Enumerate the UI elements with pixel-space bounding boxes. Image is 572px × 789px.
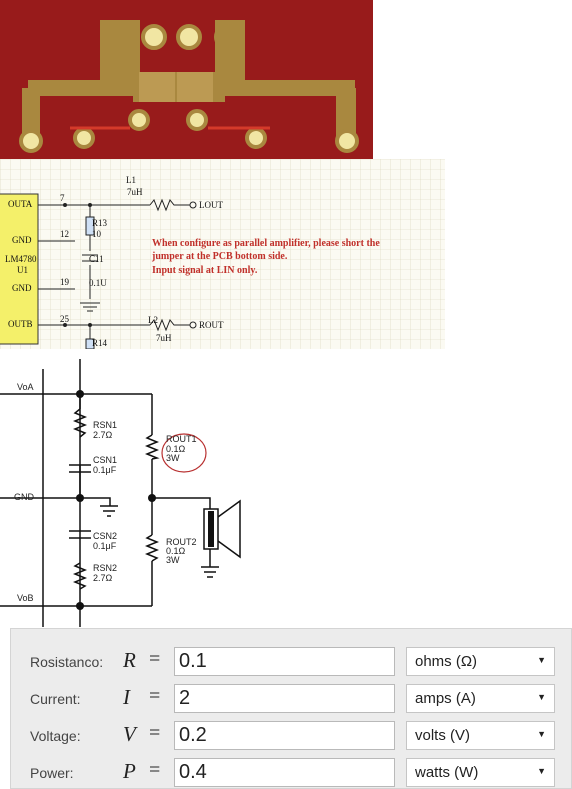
voltage-unit-select[interactable]: volts (V) ▼ [406,721,555,750]
ic-pin-outa: OUTA [8,199,33,209]
current-input[interactable] [174,684,395,713]
equals-sign: = [149,685,161,707]
pin-number-12: 12 [60,229,69,239]
rout1-power: 3W [166,453,180,463]
power-label: Power: [30,765,74,781]
c11-value: 0.1U [89,278,107,288]
node-gnd: GND [14,492,35,502]
current-row: Current: I = amps (A) ▼ [11,684,572,714]
l1-value: 7uH [127,187,143,197]
ic-ref: U1 [17,265,28,275]
voltage-label: Voltage: [30,728,81,744]
c11-ref: C11 [89,254,104,264]
rsn1-value: 2.7Ω [93,430,113,440]
voltage-unit-value: volts (V) [415,727,471,744]
csn2-value: 0.1μF [93,541,117,551]
current-label: Current: [30,691,81,707]
dropdown-arrow-icon: ▼ [537,655,546,665]
ic-pin-gnd-2: GND [12,283,32,293]
resistance-unit-value: ohms (Ω) [415,653,478,670]
rsn2-name: RSN2 [93,563,117,573]
pin-number-7: 7 [60,193,65,203]
r13-ref: R13 [92,218,108,228]
voltage-row: Voltage: V = volts (V) ▼ [11,721,572,751]
dropdown-arrow-icon: ▼ [537,692,546,702]
lout-label: LOUT [199,200,223,210]
resistance-label: Rosistanco: [30,654,104,670]
note-line-1: When configure as parallel amplifier, pl… [152,238,380,249]
equals-sign: = [149,722,161,744]
current-unit-select[interactable]: amps (A) ▼ [406,684,555,713]
current-symbol: I [123,685,130,709]
resistance-input[interactable] [174,647,395,676]
amplifier-schematic: OUTA GND LM4780 U1 GND OUTB 7 12 19 25 L… [0,159,445,349]
power-unit-select[interactable]: watts (W) ▼ [406,758,555,787]
resistance-unit-select[interactable]: ohms (Ω) ▼ [406,647,555,676]
snubber-schematic: VoA GND VoB RSN1 2.7Ω CSN1 0.1μF CSN2 0.… [0,359,241,627]
resistance-row: Rosistanco: R = ohms (Ω) ▼ [11,647,572,677]
rout1-name: ROUT1 [166,434,197,444]
dropdown-arrow-icon: ▼ [537,729,546,739]
ohms-law-calculator: Rosistanco: R = ohms (Ω) ▼ Current: I = … [10,628,572,789]
current-unit-value: amps (A) [415,690,476,707]
pin-number-25: 25 [60,314,70,324]
ic-name: LM4780 [5,254,37,264]
rsn1-name: RSN1 [93,420,117,430]
csn1-value: 0.1μF [93,465,117,475]
csn1-name: CSN1 [93,455,117,465]
node-voa: VoA [17,382,34,392]
power-unit-value: watts (W) [415,764,479,781]
equals-sign: = [149,648,161,670]
rout2-power: 3W [166,555,180,565]
pin-number-19: 19 [60,277,70,287]
ic-pin-outb: OUTB [8,319,33,329]
note-line-2: jumper at the PCB bottom side. [151,251,288,262]
csn2-name: CSN2 [93,531,117,541]
equals-sign: = [149,759,161,781]
rsn2-value: 2.7Ω [93,573,113,583]
voltage-symbol: V [123,722,136,746]
voltage-input[interactable] [174,721,395,750]
power-symbol: P [123,759,136,783]
l1-ref: L1 [126,175,136,185]
note-line-3: Input signal at LIN only. [152,265,258,276]
rout-label: ROUT [199,320,224,330]
ic-pin-gnd-1: GND [12,235,32,245]
power-input[interactable] [174,758,395,787]
r13-value: 10 [92,229,102,239]
power-row: Power: P = watts (W) ▼ [11,758,572,788]
r14-ref: R14 [92,338,108,348]
node-vob: VoB [17,593,34,603]
l2-value: 7uH [156,333,172,343]
dropdown-arrow-icon: ▼ [537,766,546,776]
resistance-symbol: R [123,648,136,672]
pcb-photo [0,0,373,159]
l2-ref: L2 [148,315,158,325]
